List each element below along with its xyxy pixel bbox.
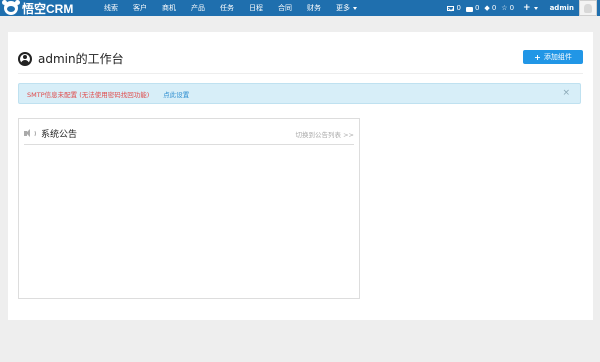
- chevron-down-icon: [353, 6, 357, 10]
- nav-item-more-label: 更多: [336, 4, 350, 12]
- mail-count: 0: [456, 4, 461, 12]
- chevron-down-icon: [533, 6, 538, 10]
- switch-to-notice-list-link[interactable]: 切换到公告列表 >>: [296, 129, 354, 139]
- system-notice-widget: 系统公告 切换到公告列表 >>: [18, 118, 360, 299]
- nav-item-opportunities[interactable]: 商机: [162, 3, 176, 13]
- speaker-icon: [24, 129, 36, 138]
- nav-item-finance[interactable]: 财务: [307, 3, 321, 13]
- brand-logo[interactable]: 悟空CRM: [2, 0, 74, 16]
- nav-item-contracts[interactable]: 合同: [278, 3, 292, 13]
- notice-divider: [24, 144, 354, 145]
- close-icon[interactable]: ×: [562, 89, 570, 98]
- folder-count: 0: [474, 4, 480, 12]
- add-widget-label: 添加组件: [543, 53, 572, 61]
- user-avatar-icon: [584, 3, 592, 13]
- mail-icon: [447, 5, 455, 11]
- nav-item-customers[interactable]: 客户: [133, 3, 147, 13]
- star-indicator[interactable]: ☆ 0: [501, 4, 514, 12]
- smtp-alert: SMTP信息未配置 (无法使用密码找回功能) 点此设置 ×: [18, 83, 581, 104]
- nav-item-more[interactable]: 更多: [336, 3, 357, 13]
- page-title: admin的工作台: [38, 52, 124, 66]
- notice-header: 系统公告 切换到公告列表 >>: [24, 125, 354, 142]
- user-menu[interactable]: admin: [550, 4, 574, 12]
- nav-item-products[interactable]: 产品: [191, 3, 205, 13]
- folder-indicator[interactable]: 0: [465, 4, 480, 12]
- avatar[interactable]: [579, 0, 597, 16]
- diamond-icon: ◆: [484, 3, 490, 12]
- quick-add-button[interactable]: +: [523, 3, 538, 13]
- brand-name: 悟空CRM: [22, 1, 74, 16]
- folder-icon: [465, 6, 473, 12]
- plus-icon: +: [534, 52, 541, 62]
- alert-message: SMTP信息未配置 (无法使用密码找回功能): [27, 90, 150, 99]
- monkey-logo-icon: [2, 0, 20, 15]
- top-navbar: 悟空CRM 线索 客户 商机 产品 任务 日程 合同 财务 更多 0 0 ◆ 0…: [0, 0, 600, 16]
- alert-settings-link[interactable]: 点此设置: [163, 89, 189, 99]
- header-divider: [18, 73, 583, 74]
- add-widget-button[interactable]: + 添加组件: [523, 50, 583, 64]
- workbench-panel: admin的工作台 + 添加组件 SMTP信息未配置 (无法使用密码找回功能) …: [8, 32, 593, 320]
- navbar-right: 0 0 ◆ 0 ☆ 0 + admin: [447, 0, 600, 16]
- nav-item-leads[interactable]: 线索: [104, 3, 118, 13]
- main-nav: 线索 客户 商机 产品 任务 日程 合同 财务 更多: [104, 0, 372, 16]
- diamond-count: 0: [491, 4, 497, 12]
- star-count: 0: [509, 4, 515, 12]
- page-header: admin的工作台: [18, 50, 124, 67]
- nav-item-tasks[interactable]: 任务: [220, 3, 234, 13]
- notice-title: 系统公告: [41, 130, 78, 140]
- mail-indicator[interactable]: 0: [447, 4, 461, 12]
- star-icon: ☆: [501, 3, 508, 12]
- nav-item-schedule[interactable]: 日程: [249, 3, 263, 13]
- user-circle-icon: [18, 51, 32, 66]
- plus-icon: +: [523, 3, 531, 13]
- diamond-indicator[interactable]: ◆ 0: [484, 4, 496, 12]
